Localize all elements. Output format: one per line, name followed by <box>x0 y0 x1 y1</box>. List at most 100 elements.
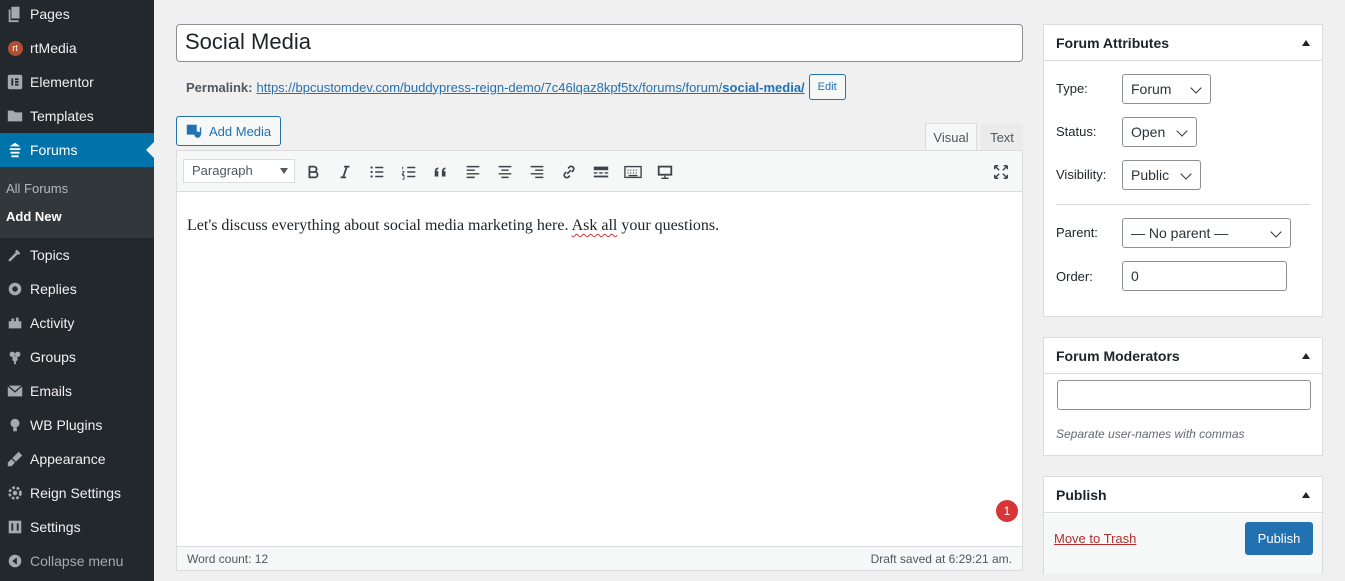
admin-sidebar: Pages rt rtMedia Elementor Templates For… <box>0 0 154 581</box>
misspelled-text: Ask all <box>571 217 618 234</box>
permalink-link[interactable]: https://bpcustomdev.com/buddypress-reign… <box>256 80 804 95</box>
monitor-icon <box>657 165 673 179</box>
tab-visual[interactable]: Visual <box>925 123 977 151</box>
status-label: Status: <box>1056 124 1097 139</box>
elementor-icon <box>0 73 30 91</box>
sidebar-item-elementor[interactable]: Elementor <box>0 65 154 99</box>
topics-icon <box>0 246 30 264</box>
publish-button[interactable]: Publish <box>1245 522 1313 555</box>
post-title-input[interactable]: Social Media <box>176 24 1023 62</box>
forum-attributes-header[interactable]: Forum Attributes <box>1044 25 1322 61</box>
edit-permalink-button[interactable]: Edit <box>808 74 846 100</box>
sidebar-item-appearance[interactable]: Appearance <box>0 442 154 476</box>
keyboard-icon <box>624 165 642 179</box>
read-more-button[interactable] <box>589 160 613 184</box>
format-select[interactable]: Paragraph <box>183 159 295 183</box>
align-center-icon <box>498 165 512 179</box>
sidebar-item-forums[interactable]: Forums <box>0 133 154 167</box>
chevron-down-icon <box>1270 226 1282 238</box>
type-label: Type: <box>1056 81 1088 96</box>
chevron-down-icon <box>1180 168 1192 180</box>
align-left-icon <box>466 165 480 179</box>
preview-button[interactable] <box>653 160 677 184</box>
tab-text[interactable]: Text <box>981 123 1023 151</box>
editor-status-bar: Word count: 12 Draft saved at 6:29:21 am… <box>177 546 1022 570</box>
sidebar-item-replies[interactable]: Replies <box>0 272 154 306</box>
sidebar-item-activity[interactable]: Activity <box>0 306 154 340</box>
groups-icon <box>0 348 30 366</box>
sidebar-item-groups[interactable]: Groups <box>0 340 154 374</box>
align-left-button[interactable] <box>461 160 485 184</box>
settings-icon <box>0 518 30 536</box>
bold-icon <box>308 165 319 179</box>
fullscreen-icon <box>993 164 1009 180</box>
sidebar-item-topics[interactable]: Topics <box>0 238 154 272</box>
order-label: Order: <box>1056 269 1093 284</box>
forum-moderators-box: Forum Moderators Separate user-names wit… <box>1043 337 1323 456</box>
replies-icon <box>0 280 30 298</box>
italic-icon <box>340 165 350 179</box>
templates-icon <box>0 107 30 125</box>
publish-header[interactable]: Publish <box>1044 477 1322 513</box>
bullet-list-icon <box>370 166 384 178</box>
notification-badge[interactable]: 1 <box>996 500 1018 522</box>
sidebar-item-settings[interactable]: Settings <box>0 510 154 544</box>
fullscreen-button[interactable] <box>989 160 1013 184</box>
bullet-list-button[interactable] <box>365 160 389 184</box>
sidebar-item-emails[interactable]: Emails <box>0 374 154 408</box>
bulb-icon <box>0 416 30 434</box>
publish-box: Publish Move to Trash Publish <box>1043 476 1323 574</box>
submenu-all-forums[interactable]: All Forums <box>6 181 68 196</box>
sidebar-item-templates[interactable]: Templates <box>0 99 154 133</box>
media-icon <box>186 124 202 138</box>
bold-button[interactable] <box>301 160 325 184</box>
quote-icon <box>434 167 446 177</box>
align-right-icon <box>530 165 544 179</box>
visibility-select[interactable]: Public <box>1122 160 1201 190</box>
gear-icon <box>0 484 30 502</box>
submenu-add-new[interactable]: Add New <box>6 209 62 224</box>
numbered-list-button[interactable] <box>397 160 421 184</box>
moderators-hint: Separate user-names with commas <box>1056 427 1245 441</box>
forum-moderators-header[interactable]: Forum Moderators <box>1044 338 1322 374</box>
type-select[interactable]: Forum <box>1122 74 1211 104</box>
activity-icon <box>0 314 30 332</box>
italic-button[interactable] <box>333 160 357 184</box>
sidebar-item-pages[interactable]: Pages <box>0 0 154 31</box>
forums-submenu: All Forums Add New <box>0 167 154 238</box>
insert-link-button[interactable] <box>557 160 581 184</box>
content-editor: Paragraph Let's discuss everything about… <box>176 150 1023 571</box>
permalink-label: Permalink: <box>186 79 253 95</box>
sidebar-item-reign-settings[interactable]: Reign Settings <box>0 476 154 510</box>
permalink-row: Permalink: https://bpcustomdev.com/buddy… <box>186 74 846 100</box>
appearance-icon <box>0 450 30 468</box>
add-media-button[interactable]: Add Media <box>176 116 281 146</box>
blockquote-button[interactable] <box>429 160 453 184</box>
emails-icon <box>0 382 30 400</box>
move-to-trash-link[interactable]: Move to Trash <box>1054 531 1136 546</box>
collapse-icon <box>0 552 30 570</box>
numbered-list-icon <box>401 166 416 180</box>
permalink-slug: social-media/ <box>722 79 805 95</box>
status-select[interactable]: Open <box>1122 117 1197 147</box>
word-count: Word count: 12 <box>187 552 269 566</box>
collapse-toggle-icon[interactable] <box>1302 352 1310 359</box>
editor-content[interactable]: Let's discuss everything about social me… <box>187 217 719 235</box>
collapse-toggle-icon[interactable] <box>1302 39 1310 46</box>
toolbar-toggle-button[interactable] <box>621 160 645 184</box>
sidebar-item-wb-plugins[interactable]: WB Plugins <box>0 408 154 442</box>
sidebar-item-rtmedia[interactable]: rt rtMedia <box>0 31 154 65</box>
align-right-button[interactable] <box>525 160 549 184</box>
draft-saved-status: Draft saved at 6:29:21 am. <box>870 552 1012 566</box>
collapse-toggle-icon[interactable] <box>1302 491 1310 498</box>
forums-icon <box>0 141 30 159</box>
parent-select[interactable]: — No parent — <box>1122 218 1291 248</box>
align-center-button[interactable] <box>493 160 517 184</box>
pages-icon <box>0 5 30 23</box>
order-input[interactable]: 0 <box>1122 261 1287 291</box>
chevron-down-icon <box>1190 82 1202 94</box>
collapse-menu-button[interactable]: Collapse menu <box>0 544 154 578</box>
visibility-label: Visibility: <box>1056 167 1107 182</box>
moderators-input[interactable] <box>1057 380 1311 410</box>
read-more-icon <box>593 166 609 178</box>
